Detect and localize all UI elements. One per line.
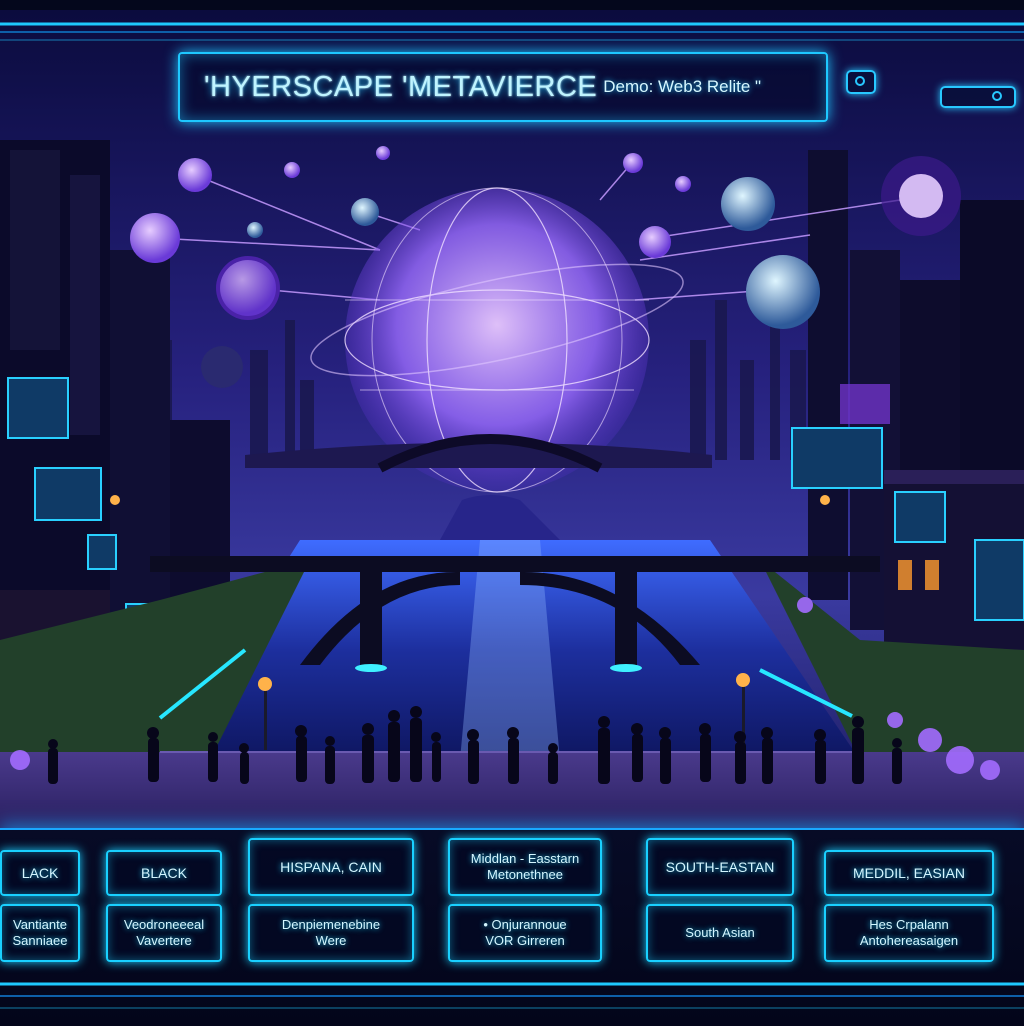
- category-heading-6[interactable]: MEDDIL, EASIAN: [824, 850, 994, 896]
- category-heading-4[interactable]: Middlan - Easstarn Metonethnee: [448, 838, 602, 896]
- category-detail-1-label: Vantiante Sanniaee: [12, 917, 68, 948]
- category-detail-4[interactable]: • Onjurannoue VOR Girreren: [448, 904, 602, 962]
- category-heading-2-label: BLACK: [141, 864, 187, 881]
- app-subtitle: Demo: Web3 Relite ": [603, 77, 762, 96]
- category-detail-2[interactable]: Veodroneeeal Vavertere: [106, 904, 222, 962]
- category-heading-5[interactable]: SOUTH-EASTAN: [646, 838, 794, 896]
- category-detail-2-label: Veodroneeeal Vavertere: [123, 917, 205, 948]
- category-detail-1[interactable]: Vantiante Sanniaee: [0, 904, 80, 962]
- category-heading-2[interactable]: BLACK: [106, 850, 222, 896]
- category-heading-1[interactable]: LACK: [0, 850, 80, 896]
- app-title: 'HYERSCAPE 'METAVIERCE: [204, 70, 598, 103]
- title-bar: 'HYERSCAPE 'METAVIERCE Demo: Web3 Relite…: [178, 52, 828, 122]
- category-detail-3[interactable]: Denpiemenebine Were: [248, 904, 414, 962]
- category-detail-5-label: South Asian: [685, 925, 755, 940]
- category-detail-6[interactable]: Hes Crpalann Antohereasaigen: [824, 904, 994, 962]
- hud-bottom-border: [0, 982, 1024, 1009]
- category-detail-6-label: Hes Crpalann Antohereasaigen: [859, 917, 959, 948]
- category-heading-4-label: Middlan - Easstarn Metonethnee: [470, 851, 580, 882]
- camera-icon[interactable]: [846, 70, 876, 94]
- category-detail-5[interactable]: South Asian: [646, 904, 794, 962]
- category-heading-3[interactable]: HISPANA, CAIN: [248, 838, 414, 896]
- category-heading-5-label: SOUTH-EASTAN: [665, 858, 775, 875]
- category-heading-1-label: LACK: [21, 864, 59, 881]
- headset-icon[interactable]: [940, 86, 1016, 108]
- category-detail-4-label: • Onjurannoue VOR Girreren: [483, 917, 567, 948]
- category-detail-3-label: Denpiemenebine Were: [281, 917, 381, 948]
- category-heading-6-label: MEDDIL, EASIAN: [852, 864, 966, 881]
- category-heading-3-label: HISPANA, CAIN: [280, 858, 382, 875]
